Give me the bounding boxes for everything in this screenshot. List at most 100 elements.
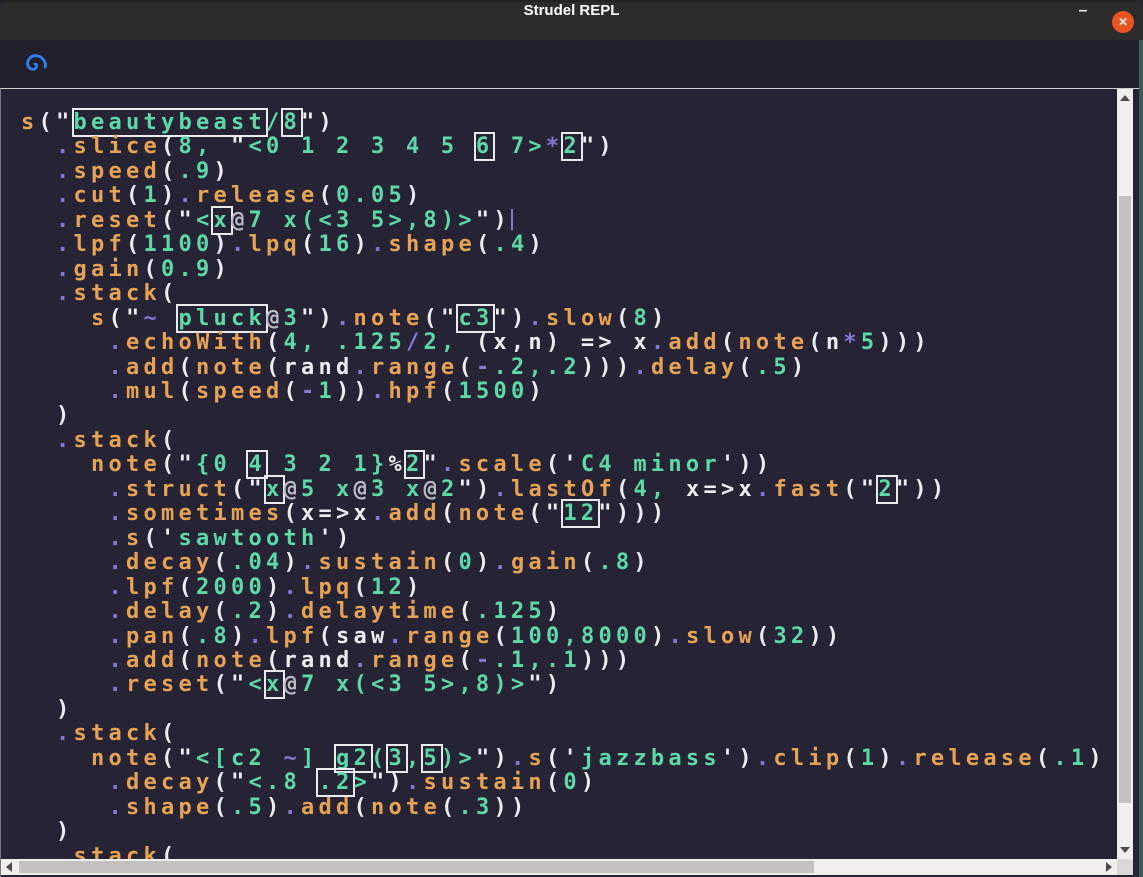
code-token: 8000 [581,624,651,649]
scroll-left-icon[interactable] [6,862,12,872]
code-token: mul [126,379,179,404]
code-token: ( [318,183,336,208]
code-token: (" [161,452,196,477]
code-line: .add(note(rand.range(-.2,.2))).delay(.5) [21,356,1118,380]
code-token: )) [336,379,371,404]
active-event-token: 3 [388,746,406,771]
code-token: . [248,624,266,649]
code-token: . [108,770,126,795]
code-token: ( [283,379,301,404]
code-token: ( [441,379,459,404]
scroll-down-icon[interactable] [1120,847,1130,853]
code-token: range [371,355,458,380]
code-token: ) [266,575,284,600]
code-token: ) [266,599,284,624]
code-token: ) [528,379,546,404]
scroll-up-icon[interactable] [1120,95,1130,101]
code-token: lpf [126,575,179,600]
active-event-token: 5 [423,746,441,771]
code-token: ( [546,770,564,795]
code-token: . [371,232,389,257]
minimize-button[interactable]: – [1071,2,1095,42]
vertical-scrollbar[interactable] [1117,89,1133,859]
code-token: (' [546,452,581,477]
code-token: ] [301,746,336,771]
horizontal-scrollbar[interactable] [1,859,1117,875]
code-token: add [301,795,354,820]
code-token: s [126,526,144,551]
active-event-token: 6 [476,134,494,159]
code-token: ") [476,746,511,771]
code-token: x=>x [686,477,756,502]
code-token: ( [126,232,144,257]
code-token: . [651,330,669,355]
code-token: @ [266,306,284,331]
code-token: @ [283,477,301,502]
code-token: .2 [493,355,528,380]
code-token: range [406,624,493,649]
horizontal-scroll-thumb[interactable] [19,861,814,873]
code-token [21,355,108,380]
code-token: ") [458,477,493,502]
code-token: .9 [178,159,213,184]
code-token [21,159,56,184]
code-token: lpq [248,232,301,257]
code-token [21,134,56,159]
code-token: . [56,232,74,257]
code-token: ) [213,257,231,282]
code-token: 0 [458,550,476,575]
code-token: > [353,770,371,795]
code-token: .2 [231,599,266,624]
code-token: . [336,306,354,331]
code-token: ) [1088,746,1106,771]
code-token: lpf [74,232,127,257]
code-token: ( [266,355,284,380]
code-token: shape [388,232,475,257]
code-token: 3 x [371,477,424,502]
code-token: ( [581,550,599,575]
code-token: ( [843,746,861,771]
vertical-scroll-thumb[interactable] [1119,196,1131,803]
code-token: / [406,330,424,355]
code-token: add [126,648,179,673]
active-event-token: pluck [178,306,265,331]
window-titlebar[interactable]: Strudel REPL – ✕ [0,0,1143,42]
active-event-token: x [266,672,284,697]
code-token [21,624,108,649]
code-token: . [108,379,126,404]
code-token: (x=>x [283,501,370,526]
code-token: (" [161,208,196,233]
code-token: (' [546,746,581,771]
code-token: ( [493,624,511,649]
code-token: jazzbass [581,746,721,771]
code-token: . [56,428,74,453]
code-token: ( [161,134,179,159]
code-token: note [738,330,808,355]
code-token: ( [178,355,196,380]
code-token: < [196,208,214,233]
code-line: .decay("<.8 .2>").sustain(0) [21,771,1118,795]
code-token: ( [178,648,196,673]
code-line: .lpf(1100).lpq(16).shape(.4) [21,233,1118,257]
strudel-spiral-logo[interactable] [21,50,49,78]
scroll-right-icon[interactable] [1106,862,1112,872]
code-token: ") [301,110,336,135]
close-button[interactable]: ✕ [1112,11,1134,33]
code-token: 2000 [196,575,266,600]
code-token: .125 [336,330,406,355]
close-icon: ✕ [1112,15,1134,37]
code-token: @ [231,208,249,233]
active-event-token: 2 [878,477,896,502]
code-token: . [108,624,126,649]
code-token: . [56,208,74,233]
code-line: .add(note(rand.range(-.1,.1))) [21,649,1118,673]
code-token: % [388,452,406,477]
code-token: * [546,134,564,159]
code-editor[interactable]: s("beautybeast/8") .slice(8, "<0 1 2 3 4… [1,89,1118,859]
code-token: @ [283,672,301,697]
code-token: . [56,159,74,184]
code-token: . [668,624,686,649]
code-token: 7> [493,134,546,159]
code-token: . [756,477,774,502]
code-token: . [108,501,126,526]
